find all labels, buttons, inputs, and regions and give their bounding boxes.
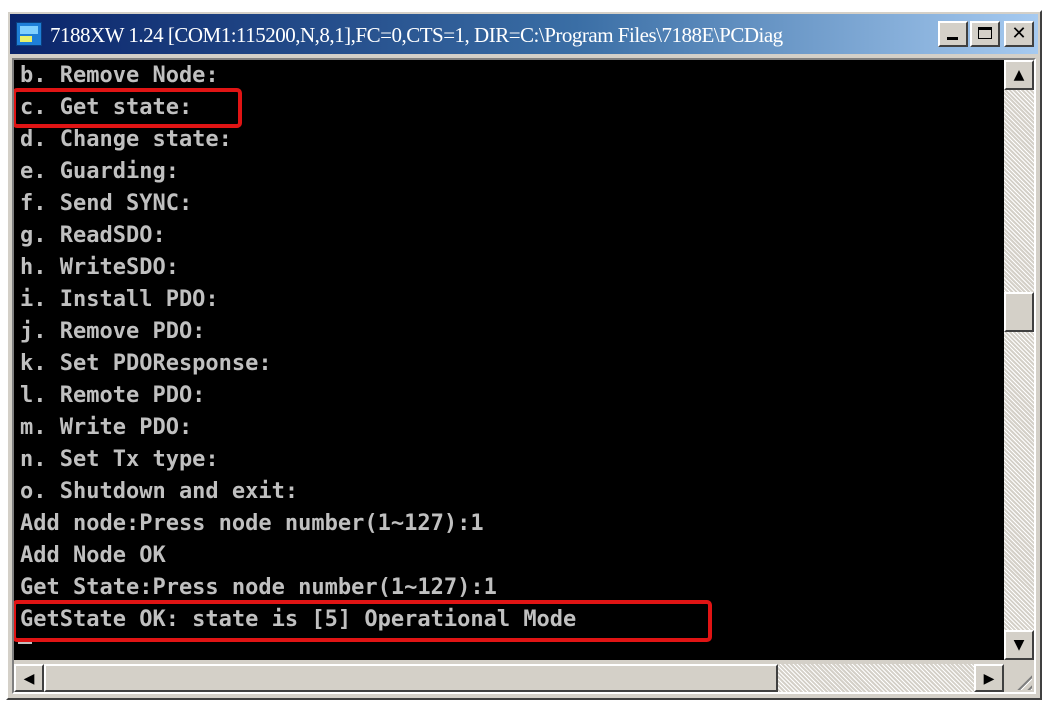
console-line: Add Node OK xyxy=(20,543,166,568)
console-line: m. Write PDO: xyxy=(20,415,193,440)
console-line: k. Set PDOResponse: xyxy=(20,351,272,376)
vertical-scrollbar[interactable]: ▲ ▼ xyxy=(1004,60,1034,660)
horizontal-scroll-thumb[interactable] xyxy=(44,664,778,692)
console-line: e. Guarding: xyxy=(20,159,179,184)
scroll-down-button[interactable]: ▼ xyxy=(1004,630,1034,660)
console-line-get-state: c. Get state: xyxy=(20,95,193,120)
window-title: 7188XW 1.24 [COM1:115200,N,8,1],FC=0,CTS… xyxy=(50,23,783,47)
minimize-button[interactable] xyxy=(938,21,968,47)
console-line: j. Remove PDO: xyxy=(20,319,206,344)
console-line: o. Shutdown and exit: xyxy=(20,479,299,504)
console-line: h. WriteSDO: xyxy=(20,255,179,280)
minimize-icon xyxy=(947,37,958,40)
console-frame: b. Remove Node: c. Get state: d. Change … xyxy=(12,58,1036,694)
arrow-down-icon: ▼ xyxy=(1013,637,1025,653)
arrow-right-icon: ▶ xyxy=(983,671,995,687)
console-line-result: GetState OK: state is [5] Operational Mo… xyxy=(20,607,577,632)
scroll-right-button[interactable]: ▶ xyxy=(974,664,1004,692)
console-line: f. Send SYNC: xyxy=(20,191,193,216)
close-icon: ✕ xyxy=(1011,23,1027,44)
console-line: i. Install PDO: xyxy=(20,287,219,312)
close-button[interactable]: ✕ xyxy=(1004,21,1034,47)
title-bar[interactable]: 7188XW 1.24 [COM1:115200,N,8,1],FC=0,CTS… xyxy=(10,14,1038,54)
console-app-icon[interactable] xyxy=(16,22,42,46)
console-line: Add node:Press node number(1~127):1 xyxy=(20,511,484,536)
console-line: b. Remove Node: xyxy=(20,63,219,88)
arrow-left-icon: ◀ xyxy=(23,671,35,687)
console-line: l. Remote PDO: xyxy=(20,383,206,408)
console-line: d. Change state: xyxy=(20,127,232,152)
scroll-left-button[interactable]: ◀ xyxy=(14,664,44,692)
horizontal-scrollbar[interactable]: ◀ ▶ xyxy=(14,664,1004,692)
text-cursor xyxy=(18,638,32,644)
maximize-button[interactable] xyxy=(970,21,1000,47)
console-window: 7188XW 1.24 [COM1:115200,N,8,1],FC=0,CTS… xyxy=(6,10,1042,700)
console-line: g. ReadSDO: xyxy=(20,223,166,248)
console-line: Get State:Press node number(1~127):1 xyxy=(20,575,497,600)
console-line: n. Set Tx type: xyxy=(20,447,219,472)
maximize-icon xyxy=(978,27,992,39)
console-lines: b. Remove Node: c. Get state: d. Change … xyxy=(20,60,1004,636)
resize-grip-icon[interactable] xyxy=(1004,664,1034,692)
vertical-scroll-thumb[interactable] xyxy=(1004,292,1034,332)
console-output[interactable]: b. Remove Node: c. Get state: d. Change … xyxy=(14,60,1004,660)
arrow-up-icon: ▲ xyxy=(1013,67,1025,83)
scroll-up-button[interactable]: ▲ xyxy=(1004,60,1034,90)
